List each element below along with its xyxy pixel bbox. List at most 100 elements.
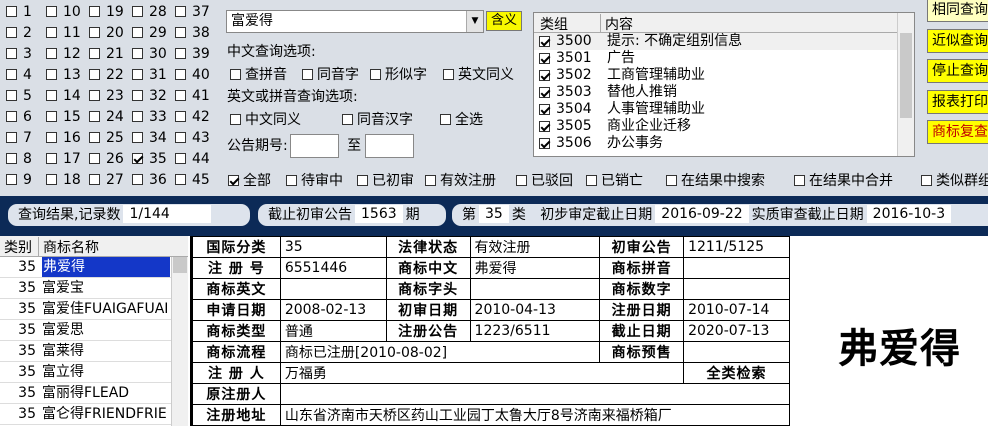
category-checkbox-1[interactable]: 1	[6, 5, 32, 19]
filter-1[interactable]: 待审中	[286, 170, 343, 190]
result-row[interactable]: 35 富仑得FRIENDFRIE	[0, 404, 188, 425]
side-button-2[interactable]: 停止查询	[927, 59, 988, 83]
category-checkbox-30[interactable]: 30	[132, 47, 167, 61]
option-2[interactable]: 形似字	[370, 64, 427, 84]
category-checkbox-35[interactable]: 35	[132, 152, 167, 166]
checkbox[interactable]	[230, 69, 241, 80]
filter-7[interactable]: 在结果中合并	[794, 170, 893, 190]
category-checkbox-39[interactable]: 39	[175, 47, 210, 61]
group-row[interactable]: 3505 商业企业迁移	[534, 118, 914, 135]
category-checkbox-41[interactable]: 41	[175, 89, 210, 103]
result-list-scrollbar[interactable]	[171, 257, 188, 426]
filter-2[interactable]: 已初审	[357, 170, 414, 190]
checkbox[interactable]	[6, 69, 17, 80]
category-checkbox-42[interactable]: 42	[175, 110, 210, 124]
checkbox[interactable]	[132, 27, 143, 38]
filter-6[interactable]: 在结果中搜索	[666, 170, 765, 190]
category-checkbox-15[interactable]: 15	[46, 110, 81, 124]
scroll-thumb[interactable]	[173, 257, 187, 273]
category-checkbox-21[interactable]: 21	[89, 47, 124, 61]
category-checkbox-32[interactable]: 32	[132, 89, 167, 103]
checkbox[interactable]	[6, 90, 17, 101]
category-checkbox-27[interactable]: 27	[89, 173, 124, 187]
option-2[interactable]: 全选	[440, 109, 483, 129]
category-checkbox-17[interactable]: 17	[46, 152, 81, 166]
group-row[interactable]: 3501 广告	[534, 50, 914, 67]
meaning-button[interactable]: 含义	[486, 11, 522, 31]
checkbox[interactable]	[6, 111, 17, 122]
filter-8[interactable]: 类似群组	[921, 170, 988, 190]
category-checkbox-45[interactable]: 45	[175, 173, 210, 187]
period-from-input[interactable]	[289, 134, 339, 158]
search-input[interactable]: 富爱得 ▼	[226, 10, 484, 33]
option-1[interactable]: 同音汉字	[342, 109, 413, 129]
category-checkbox-2[interactable]: 2	[6, 26, 32, 40]
result-row[interactable]: 35 富立得	[0, 362, 188, 383]
checkbox[interactable]	[6, 27, 17, 38]
checkbox[interactable]	[89, 48, 100, 59]
checkbox[interactable]	[586, 175, 597, 186]
checkbox[interactable]	[286, 175, 297, 186]
option-0[interactable]: 中文同义	[230, 109, 301, 129]
checkbox[interactable]	[539, 53, 550, 64]
all-class-search-link[interactable]: 全类检索	[683, 362, 790, 384]
result-row[interactable]: 35 富爱佳FUAIGAFUAI	[0, 299, 188, 320]
checkbox[interactable]	[539, 87, 550, 98]
checkbox[interactable]	[6, 6, 17, 17]
checkbox[interactable]	[230, 114, 241, 125]
category-checkbox-29[interactable]: 29	[132, 26, 167, 40]
checkbox[interactable]	[46, 27, 57, 38]
checkbox[interactable]	[46, 174, 57, 185]
checkbox[interactable]	[46, 90, 57, 101]
checkbox[interactable]	[46, 111, 57, 122]
category-checkbox-12[interactable]: 12	[46, 47, 81, 61]
side-button-3[interactable]: 报表打印	[927, 89, 988, 114]
category-checkbox-3[interactable]: 3	[6, 47, 32, 61]
checkbox[interactable]	[539, 121, 550, 132]
category-checkbox-24[interactable]: 24	[89, 110, 124, 124]
checkbox[interactable]	[175, 48, 186, 59]
checkbox[interactable]	[89, 153, 100, 164]
group-list[interactable]: 类组 内容 3500 提示: 不确定组别信息 3501 广告 3502 工商管理辅助业 35…	[533, 12, 915, 157]
option-3[interactable]: 英文同义	[443, 64, 514, 84]
group-row[interactable]: 3503 替他人推销	[534, 84, 914, 101]
filter-3[interactable]: 有效注册	[425, 170, 496, 190]
checkbox[interactable]	[46, 69, 57, 80]
checkbox[interactable]	[539, 70, 550, 81]
category-checkbox-13[interactable]: 13	[46, 68, 81, 82]
category-checkbox-26[interactable]: 26	[89, 152, 124, 166]
checkbox[interactable]	[132, 111, 143, 122]
checkbox[interactable]	[6, 174, 17, 185]
filter-5[interactable]: 已销亡	[586, 170, 643, 190]
checkbox[interactable]	[539, 104, 550, 115]
side-button-1[interactable]: 近似查询	[927, 28, 988, 53]
checkbox[interactable]	[132, 153, 143, 164]
checkbox[interactable]	[921, 175, 932, 186]
result-row[interactable]: 35 弗爱得	[0, 257, 188, 278]
checkbox[interactable]	[6, 132, 17, 143]
group-row[interactable]: 3506 办公事务	[534, 135, 914, 152]
checkbox[interactable]	[132, 174, 143, 185]
category-checkbox-16[interactable]: 16	[46, 131, 81, 145]
checkbox[interactable]	[370, 69, 381, 80]
filter-4[interactable]: 已驳回	[516, 170, 573, 190]
category-checkbox-19[interactable]: 19	[89, 5, 124, 19]
checkbox[interactable]	[132, 69, 143, 80]
result-row[interactable]: 35 富爱宝	[0, 278, 188, 299]
checkbox[interactable]	[175, 6, 186, 17]
checkbox[interactable]	[175, 174, 186, 185]
checkbox[interactable]	[357, 175, 368, 186]
result-row[interactable]: 35 富爱思	[0, 320, 188, 341]
category-checkbox-20[interactable]: 20	[89, 26, 124, 40]
category-checkbox-5[interactable]: 5	[6, 89, 32, 103]
option-0[interactable]: 查拼音	[230, 64, 287, 84]
checkbox[interactable]	[6, 48, 17, 59]
group-row[interactable]: 3502 工商管理辅助业	[534, 67, 914, 84]
category-checkbox-34[interactable]: 34	[132, 131, 167, 145]
category-checkbox-8[interactable]: 8	[6, 152, 32, 166]
category-checkbox-36[interactable]: 36	[132, 173, 167, 187]
scroll-thumb[interactable]	[900, 33, 912, 118]
checkbox[interactable]	[89, 90, 100, 101]
checkbox[interactable]	[89, 111, 100, 122]
checkbox[interactable]	[666, 175, 677, 186]
